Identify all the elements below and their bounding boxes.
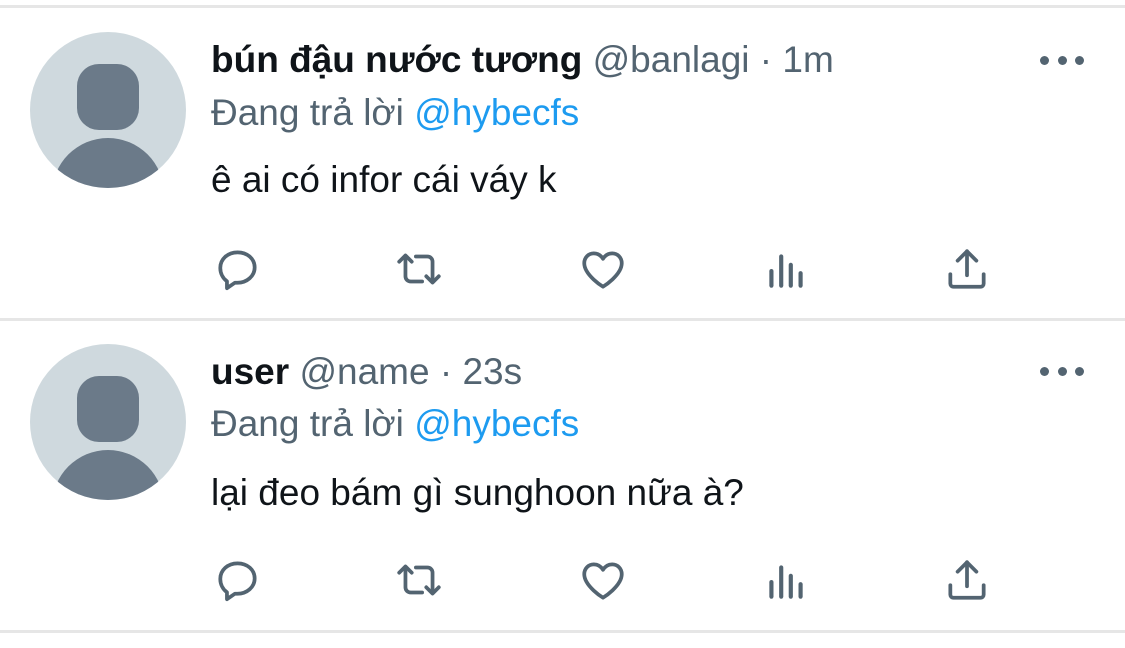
replying-to: Đang trả lời @hybecfs [211,91,579,135]
views-icon[interactable] [761,244,811,294]
tweet-text: ê ai có infor cái váy k [211,159,557,200]
reply-icon[interactable] [213,244,263,294]
tweet-2[interactable]: user @name · 23s Đang trả lời @hybecfs l… [0,321,1125,629]
tweet-header: bún đậu nước tương @banlagi · 1m [211,38,834,82]
tweet-1[interactable]: bún đậu nước tương @banlagi · 1m Đang tr… [0,0,1125,318]
avatar-head-shape [77,64,139,130]
views-icon[interactable] [761,555,811,605]
more-horizontal-icon[interactable] [1040,361,1084,381]
display-name[interactable]: bún đậu nước tương [211,39,582,80]
reply-to-handle[interactable]: @hybecfs [414,403,579,444]
tweet-timestamp[interactable]: 23s [462,351,522,392]
reply-icon[interactable] [213,555,263,605]
avatar-head-shape [77,376,139,442]
share-icon[interactable] [942,555,992,605]
retweet-icon[interactable] [394,244,444,294]
tweet-header: user @name · 23s [211,350,522,394]
bottom-divider [0,630,1125,633]
avatar-body-shape [52,138,164,188]
tweet-timestamp[interactable]: 1m [782,39,833,80]
retweet-icon[interactable] [394,555,444,605]
more-horizontal-icon[interactable] [1040,50,1084,70]
user-handle[interactable]: @name [299,351,429,392]
reply-to-handle[interactable]: @hybecfs [414,92,579,133]
tweet-text: lại đeo bám gì sunghoon nữa à? [211,472,744,513]
meta-separator: · [759,39,773,80]
like-icon[interactable] [578,555,628,605]
avatar[interactable] [30,344,186,500]
meta-separator: · [439,351,453,392]
replying-to: Đang trả lời @hybecfs [211,402,579,446]
reply-prefix: Đang trả lời [211,92,404,133]
reply-prefix: Đang trả lời [211,403,404,444]
avatar[interactable] [30,32,186,188]
avatar-body-shape [52,450,164,500]
like-icon[interactable] [578,244,628,294]
user-handle[interactable]: @banlagi [593,39,750,80]
share-icon[interactable] [942,244,992,294]
display-name[interactable]: user [211,351,289,392]
